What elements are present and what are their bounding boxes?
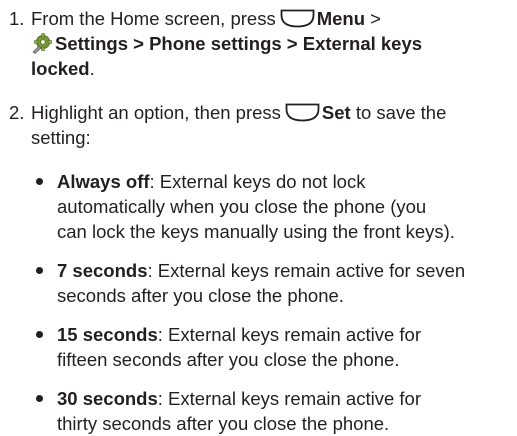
menu-separator: >: [370, 8, 381, 29]
step-text: From the Home screen, press Menu > Settin…: [31, 8, 423, 79]
bullet-icon: [36, 395, 43, 402]
bullet-icon: [36, 267, 43, 274]
menu-label: Menu: [316, 8, 366, 29]
step-text: Highlight an option, then press Set to sa…: [31, 102, 447, 148]
option-term: 30 seconds: [57, 388, 158, 409]
bullet-icon: [36, 331, 43, 338]
menu-softkey-icon: [280, 9, 315, 28]
settings-path: Settings > Phone settings > External key…: [55, 33, 423, 54]
option-term: 15 seconds: [57, 324, 158, 345]
set-softkey-icon: [285, 103, 320, 122]
step-text-segment: From the Home screen, press: [31, 8, 276, 29]
option-term: 7 seconds: [57, 260, 148, 281]
settings-path-end: locked: [31, 58, 90, 79]
bullet-icon: [36, 178, 43, 185]
step-number: 1.: [9, 8, 25, 29]
set-label: Set: [321, 102, 351, 123]
option-term: Always off: [57, 171, 150, 192]
instructions-page: 1. From the Home screen, press Menu > Set…: [0, 0, 517, 434]
settings-gear-icon: [32, 33, 52, 54]
step-number: 2.: [9, 102, 25, 123]
